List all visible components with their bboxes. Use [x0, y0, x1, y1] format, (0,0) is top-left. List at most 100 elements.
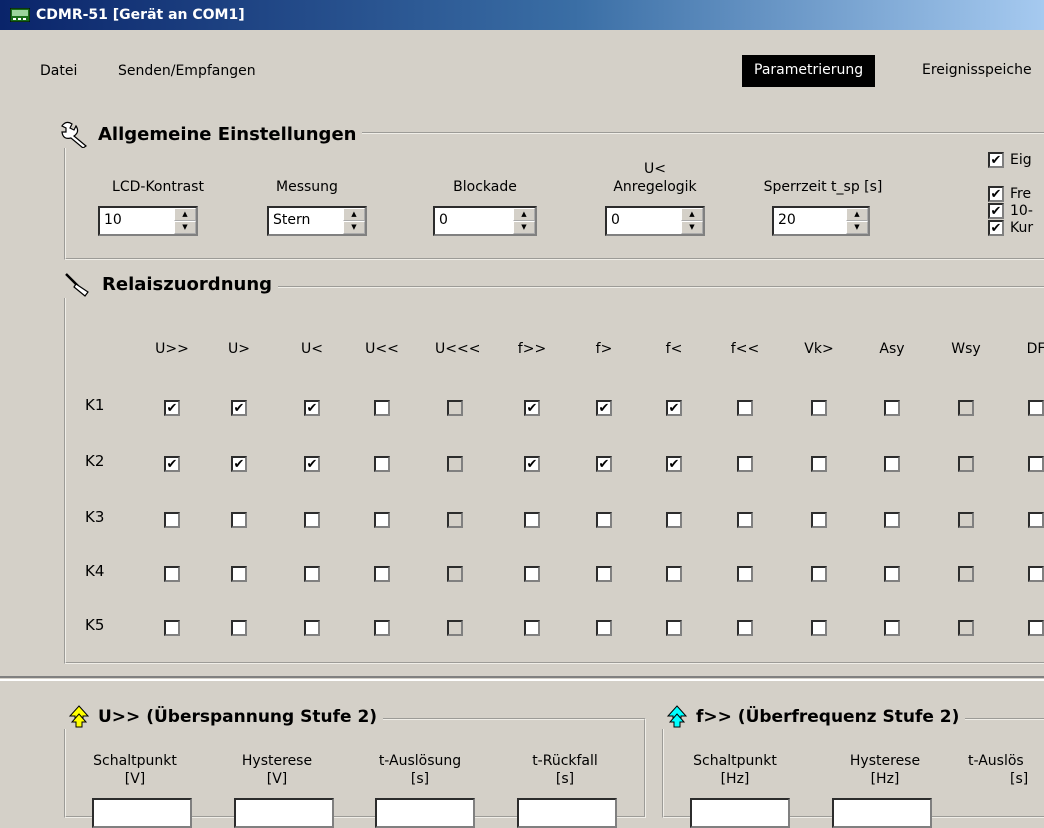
relay-checkbox[interactable]	[231, 512, 247, 528]
relay-checkbox[interactable]: ✔	[524, 456, 540, 472]
option-checkbox-2[interactable]: ✔	[988, 186, 1004, 202]
relay-checkbox[interactable]	[958, 512, 974, 528]
relay-checkbox[interactable]	[304, 566, 320, 582]
relay-checkbox[interactable]	[447, 512, 463, 528]
relay-checkbox[interactable]	[1028, 456, 1044, 472]
u-hysterese-spinner[interactable]	[234, 798, 334, 828]
relay-checkbox[interactable]	[596, 512, 612, 528]
relay-checkbox[interactable]	[737, 400, 753, 416]
relay-checkbox[interactable]	[447, 456, 463, 472]
relay-checkbox[interactable]	[811, 512, 827, 528]
relay-checkbox[interactable]	[524, 566, 540, 582]
relay-checkbox[interactable]	[1028, 620, 1044, 636]
spin-down-icon[interactable]: ▼	[513, 221, 535, 234]
relay-checkbox[interactable]	[958, 400, 974, 416]
relay-checkbox[interactable]	[884, 456, 900, 472]
relay-checkbox[interactable]	[596, 620, 612, 636]
option-checkbox-1[interactable]: ✔	[988, 152, 1004, 168]
relay-checkbox[interactable]	[231, 620, 247, 636]
relay-checkbox[interactable]	[1028, 400, 1044, 416]
relay-checkbox[interactable]	[737, 620, 753, 636]
spin-down-icon[interactable]: ▼	[846, 221, 868, 234]
relay-checkbox[interactable]	[884, 620, 900, 636]
relay-checkbox[interactable]	[447, 566, 463, 582]
spin-up-icon[interactable]: ▲	[846, 208, 868, 221]
menu-senden-empfangen[interactable]: Senden/Empfangen	[118, 63, 256, 79]
menu-datei[interactable]: Datei	[40, 63, 77, 79]
relay-checkbox[interactable]	[1028, 566, 1044, 582]
u-schaltpunkt-spinner[interactable]	[92, 798, 192, 828]
relay-checkbox[interactable]	[524, 620, 540, 636]
relay-checkbox[interactable]: ✔	[304, 456, 320, 472]
relay-checkbox[interactable]: ✔	[164, 400, 180, 416]
relay-checkbox[interactable]: ✔	[666, 400, 682, 416]
relay-checkbox[interactable]	[884, 512, 900, 528]
relay-checkbox[interactable]: ✔	[304, 400, 320, 416]
relay-checkbox[interactable]: ✔	[164, 456, 180, 472]
option-checkbox-4[interactable]: ✔	[988, 220, 1004, 236]
section-separator	[0, 676, 1044, 681]
relay-checkbox[interactable]	[304, 512, 320, 528]
messung-spinner[interactable]: Stern ▲ ▼	[267, 206, 367, 236]
relay-checkbox[interactable]	[231, 566, 247, 582]
option-label-2: Fre	[1010, 186, 1032, 202]
spin-up-icon[interactable]: ▲	[343, 208, 365, 221]
relay-checkbox[interactable]: ✔	[524, 400, 540, 416]
relay-checkbox[interactable]	[811, 620, 827, 636]
relay-column-header: f<<	[730, 341, 760, 357]
relay-checkbox[interactable]: ✔	[666, 456, 682, 472]
sperrzeit-spinner[interactable]: 20 ▲ ▼	[772, 206, 870, 236]
relay-checkbox[interactable]	[737, 566, 753, 582]
relay-checkbox[interactable]	[958, 456, 974, 472]
relay-checkbox[interactable]	[304, 620, 320, 636]
f-schaltpunkt-spinner[interactable]	[690, 798, 790, 828]
lcd-kontrast-spinner[interactable]: 10 ▲ ▼	[98, 206, 198, 236]
relay-checkbox[interactable]	[447, 620, 463, 636]
relay-checkbox[interactable]: ✔	[231, 456, 247, 472]
relay-checkbox[interactable]	[374, 400, 390, 416]
relay-checkbox[interactable]	[164, 566, 180, 582]
relay-checkbox[interactable]	[666, 566, 682, 582]
relay-checkbox[interactable]	[958, 620, 974, 636]
relay-checkbox[interactable]	[737, 456, 753, 472]
spin-down-icon[interactable]: ▼	[343, 221, 365, 234]
u-t-ausloesung-spinner[interactable]	[375, 798, 475, 828]
relay-checkbox[interactable]	[374, 566, 390, 582]
anregelogik-spinner[interactable]: 0 ▲ ▼	[605, 206, 705, 236]
relay-checkbox[interactable]	[164, 512, 180, 528]
spin-up-icon[interactable]: ▲	[513, 208, 535, 221]
relay-checkbox[interactable]	[884, 400, 900, 416]
relay-checkbox[interactable]	[374, 456, 390, 472]
relay-checkbox[interactable]	[666, 512, 682, 528]
relay-checkbox[interactable]: ✔	[596, 456, 612, 472]
spin-up-icon[interactable]: ▲	[681, 208, 703, 221]
relay-checkbox[interactable]: ✔	[231, 400, 247, 416]
u-stage-title: U>> (Überspannung Stufe 2)	[98, 707, 378, 727]
relay-checkbox[interactable]	[884, 566, 900, 582]
spin-up-icon[interactable]: ▲	[174, 208, 196, 221]
view-parametrierung[interactable]: Parametrierung	[742, 55, 876, 87]
relay-checkbox[interactable]	[524, 512, 540, 528]
relay-checkbox[interactable]	[811, 400, 827, 416]
anregelogik-value: 0	[611, 212, 620, 228]
relay-checkbox[interactable]: ✔	[596, 400, 612, 416]
spin-down-icon[interactable]: ▼	[681, 221, 703, 234]
relay-checkbox[interactable]	[666, 620, 682, 636]
u-t-rueckfall-spinner[interactable]	[517, 798, 617, 828]
relay-checkbox[interactable]	[811, 566, 827, 582]
relay-checkbox[interactable]	[164, 620, 180, 636]
anregelogik-label: Anregelogik	[613, 179, 697, 195]
relay-checkbox[interactable]	[447, 400, 463, 416]
f-hysterese-spinner[interactable]	[832, 798, 932, 828]
option-checkbox-3[interactable]: ✔	[988, 203, 1004, 219]
view-ereignisspeicher[interactable]: Ereignisspeiche	[910, 55, 1044, 87]
relay-checkbox[interactable]	[737, 512, 753, 528]
spin-down-icon[interactable]: ▼	[174, 221, 196, 234]
blockade-spinner[interactable]: 0 ▲ ▼	[433, 206, 537, 236]
relay-checkbox[interactable]	[811, 456, 827, 472]
relay-checkbox[interactable]	[374, 512, 390, 528]
relay-checkbox[interactable]	[1028, 512, 1044, 528]
relay-checkbox[interactable]	[596, 566, 612, 582]
relay-checkbox[interactable]	[958, 566, 974, 582]
relay-checkbox[interactable]	[374, 620, 390, 636]
